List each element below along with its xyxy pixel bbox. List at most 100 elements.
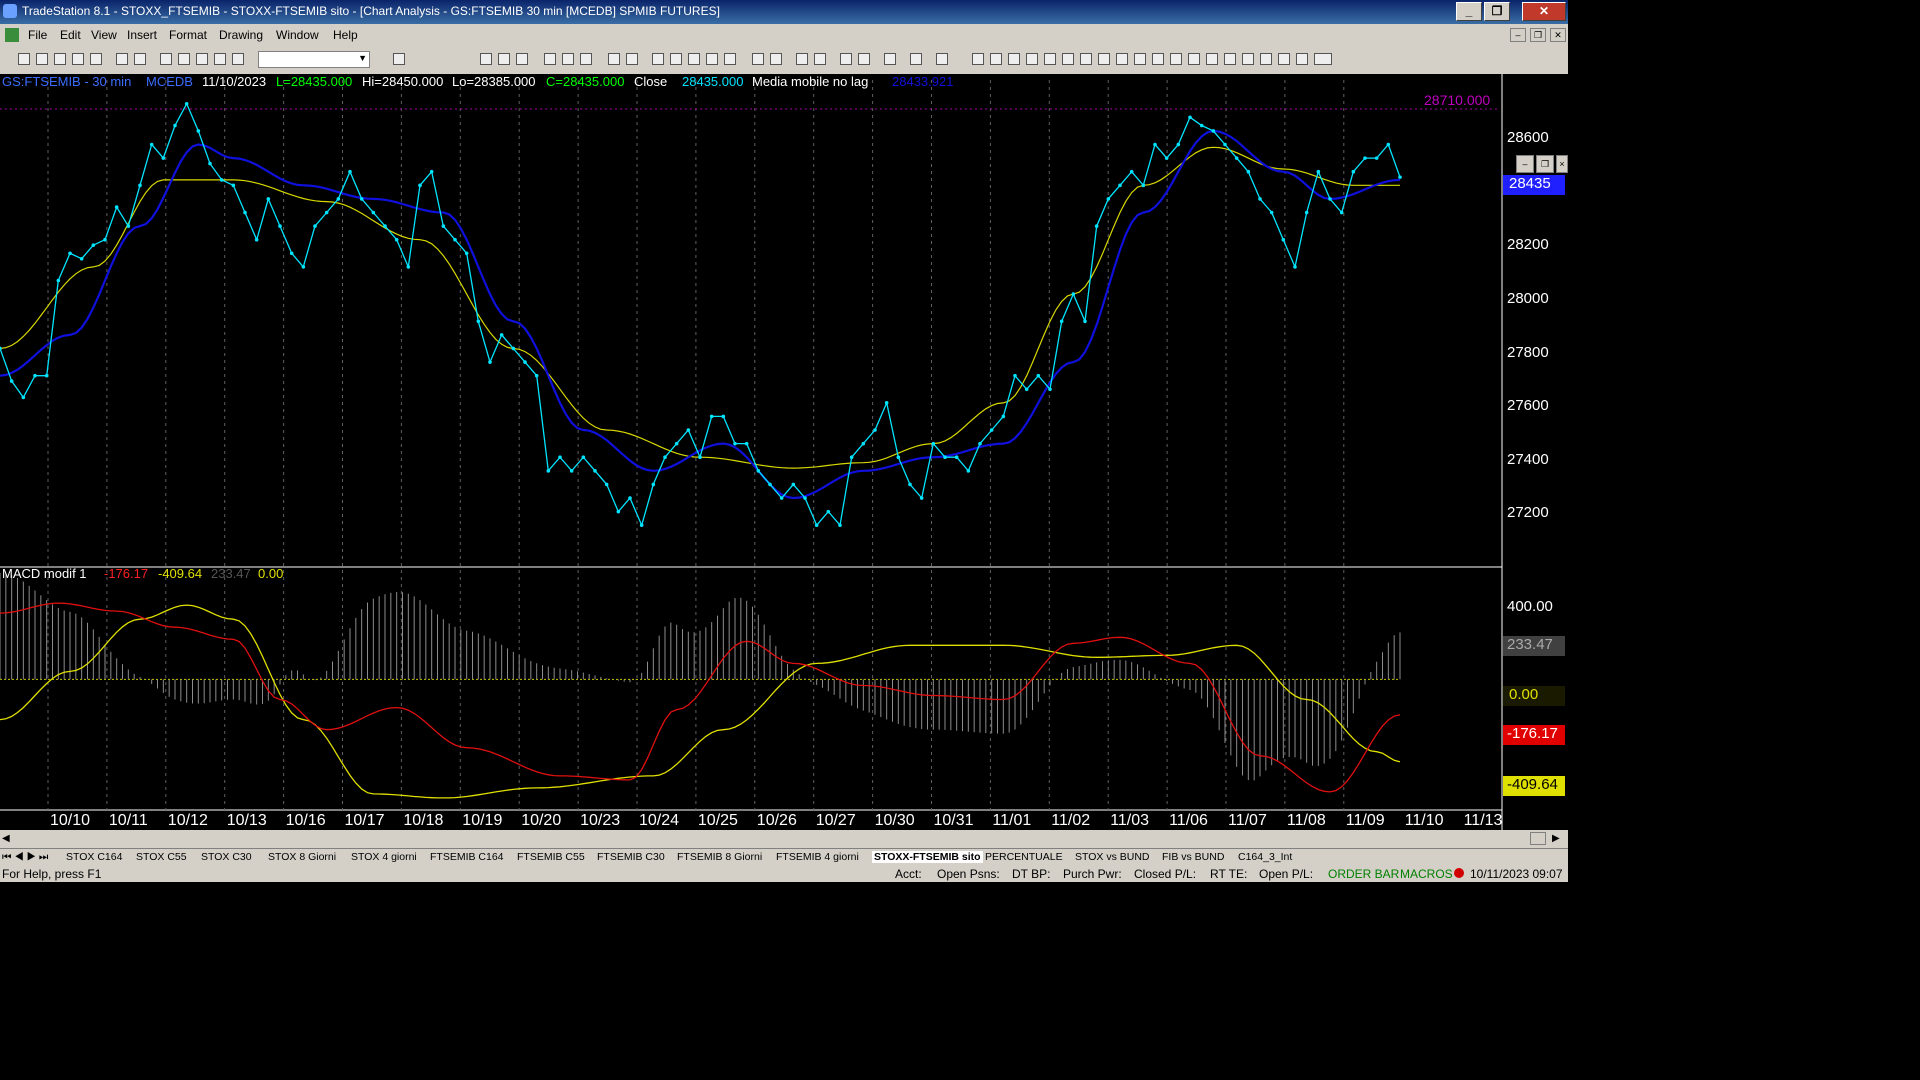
- arrow-lr-icon[interactable]: [1134, 53, 1146, 65]
- tab-percentuale[interactable]: PERCENTUALE: [985, 851, 1063, 863]
- tab-stox-8-giorni[interactable]: STOX 8 Giorni: [268, 851, 336, 863]
- maximize-button[interactable]: ❐: [1484, 2, 1510, 21]
- trendline-icon[interactable]: [972, 53, 984, 65]
- tab-c164-3-int[interactable]: C164_3_Int: [1238, 851, 1292, 863]
- tab-stox-c164[interactable]: STOX C164: [66, 851, 122, 863]
- close-button[interactable]: ✕: [1522, 2, 1566, 21]
- tab-ftsemib-8-giorni[interactable]: FTSEMIB 8 Giorni: [677, 851, 762, 863]
- text-tool-icon[interactable]: [1314, 53, 1332, 65]
- new-icon[interactable]: [18, 53, 30, 65]
- tab-ftsemib-4-giorni[interactable]: FTSEMIB 4 giorni: [776, 851, 859, 863]
- scroll-right-icon[interactable]: ▶: [1552, 833, 1560, 844]
- arrow-down-icon[interactable]: [1242, 53, 1254, 65]
- tab-stox-4-giorni[interactable]: STOX 4 giorni: [351, 851, 417, 863]
- tab-stox-vs-bund[interactable]: STOX vs BUND: [1075, 851, 1149, 863]
- minimize-button[interactable]: _: [1456, 2, 1482, 21]
- tab-nav-icons[interactable]: ⏮ ◀ ▶ ⏭: [2, 851, 48, 864]
- menu-view[interactable]: View: [91, 28, 117, 42]
- price-point: [931, 441, 936, 446]
- line-type-icon[interactable]: [724, 53, 736, 65]
- menu-file[interactable]: File: [28, 28, 47, 42]
- print-icon[interactable]: [116, 53, 128, 65]
- speed-lines-icon[interactable]: [1080, 53, 1092, 65]
- scroll-left-icon[interactable]: ◀: [2, 833, 10, 844]
- menu-insert[interactable]: Insert: [127, 28, 157, 42]
- menu-format[interactable]: Format: [169, 28, 207, 42]
- mdi-close-button[interactable]: ✕: [1550, 28, 1566, 42]
- arrow-up-icon[interactable]: [1260, 53, 1272, 65]
- zoom-out-icon[interactable]: [814, 53, 826, 65]
- horizontal-scrollbar[interactable]: ◀ ▶: [0, 830, 1568, 848]
- expand-icon[interactable]: [770, 53, 782, 65]
- scan-icon[interactable]: [670, 53, 682, 65]
- crosshair-icon[interactable]: [858, 53, 870, 65]
- chart-area[interactable]: GS:FTSEMIB - 30 min MCEDB 11/10/2023 L=2…: [0, 74, 1568, 836]
- tools-icon[interactable]: [214, 53, 226, 65]
- ellipse-icon[interactable]: [1278, 53, 1290, 65]
- curve-icon[interactable]: [1224, 53, 1236, 65]
- text-box-icon[interactable]: [1026, 53, 1038, 65]
- window-icon[interactable]: [160, 53, 172, 65]
- pointer-icon[interactable]: [840, 53, 852, 65]
- bar-type-icon[interactable]: [706, 53, 718, 65]
- paste-icon[interactable]: [72, 53, 84, 65]
- mdi-restore-button[interactable]: ❐: [1530, 28, 1546, 42]
- tab-stox-c30[interactable]: STOX C30: [201, 851, 252, 863]
- layout-icon[interactable]: [178, 53, 190, 65]
- chart-style-icon[interactable]: [498, 53, 510, 65]
- color-icon[interactable]: [232, 53, 244, 65]
- cycle-icon[interactable]: [1170, 53, 1182, 65]
- macros-indicator[interactable]: MACROS: [1400, 867, 1453, 881]
- strategy-icon[interactable]: [562, 53, 574, 65]
- zoom-in-icon[interactable]: [796, 53, 808, 65]
- pane-minimize-icon[interactable]: –: [1516, 155, 1534, 173]
- chart-canvas[interactable]: [0, 74, 1568, 836]
- bar-chart-icon[interactable]: [480, 53, 492, 65]
- scroll-thumb[interactable]: [1530, 832, 1546, 845]
- alert-icon[interactable]: [936, 53, 948, 65]
- insert-window-icon[interactable]: [626, 53, 638, 65]
- compress-icon[interactable]: [752, 53, 764, 65]
- close-label: C=28435.000: [546, 74, 625, 89]
- pen-icon[interactable]: [1206, 53, 1218, 65]
- menu-window[interactable]: Window: [276, 28, 319, 42]
- data-window-icon[interactable]: [910, 53, 922, 65]
- tab-ftsemib-c30[interactable]: FTSEMIB C30: [597, 851, 665, 863]
- symbol-lookup-icon[interactable]: [393, 53, 405, 65]
- symbol-combo[interactable]: ▼: [258, 51, 370, 68]
- tab-ftsemib-c55[interactable]: FTSEMIB C55: [517, 851, 585, 863]
- channel-icon[interactable]: [1152, 53, 1164, 65]
- pane-close-icon[interactable]: ×: [1556, 155, 1568, 173]
- table-icon[interactable]: [516, 53, 528, 65]
- andrews-icon[interactable]: [1116, 53, 1128, 65]
- vertical-lines-icon[interactable]: [990, 53, 1002, 65]
- tab-stox-c55[interactable]: STOX C55: [136, 851, 187, 863]
- save-icon[interactable]: [90, 53, 102, 65]
- menu-edit[interactable]: Edit: [60, 28, 81, 42]
- settings-icon[interactable]: [884, 53, 896, 65]
- fib-fan-icon[interactable]: [1044, 53, 1056, 65]
- print-preview-icon[interactable]: [134, 53, 146, 65]
- refresh-icon[interactable]: [580, 53, 592, 65]
- lock-icon[interactable]: [196, 53, 208, 65]
- price-point: [569, 469, 574, 473]
- open-icon[interactable]: [36, 53, 48, 65]
- fib-retracement-icon[interactable]: [1062, 53, 1074, 65]
- menu-help[interactable]: Help: [333, 28, 358, 42]
- insert-chart-icon[interactable]: [608, 53, 620, 65]
- analysis-icon[interactable]: [652, 53, 664, 65]
- order-bar-indicator[interactable]: ORDER BAR: [1328, 867, 1399, 881]
- tab-fib-vs-bund[interactable]: FIB vs BUND: [1162, 851, 1224, 863]
- gann-icon[interactable]: [1098, 53, 1110, 65]
- indicator-icon[interactable]: [544, 53, 556, 65]
- copy-icon[interactable]: [54, 53, 66, 65]
- pane-restore-icon[interactable]: ❐: [1536, 155, 1554, 173]
- tab-ftsemib-c164[interactable]: FTSEMIB C164: [430, 851, 504, 863]
- mdi-minimize-button[interactable]: –: [1510, 28, 1526, 42]
- horizontal-lines-icon[interactable]: [1008, 53, 1020, 65]
- candlestick-icon[interactable]: [688, 53, 700, 65]
- menu-drawing[interactable]: Drawing: [219, 28, 263, 42]
- tab-stoxx-ftsemib-sito[interactable]: STOXX-FTSEMIB sito: [872, 851, 983, 863]
- arc-icon[interactable]: [1188, 53, 1200, 65]
- rectangle-icon[interactable]: [1296, 53, 1308, 65]
